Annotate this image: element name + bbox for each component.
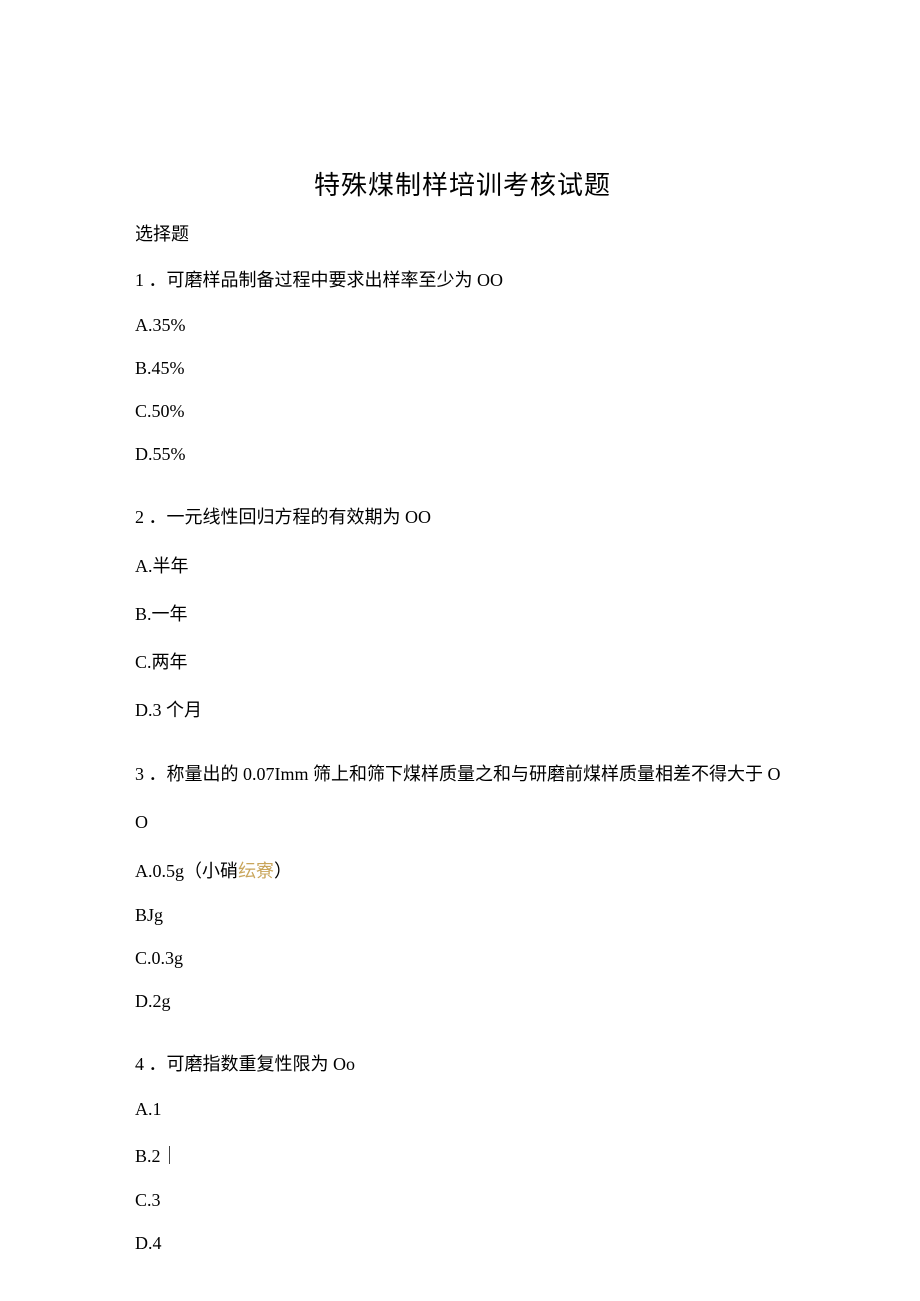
question-text: ．可磨样品制备过程中要求出样率至少为 OO	[149, 270, 504, 290]
option-1a: A.35%	[135, 315, 790, 336]
option-2a: A.半年	[135, 552, 790, 578]
option-3d: D.2g	[135, 991, 790, 1012]
option-4d: D.4	[135, 1233, 790, 1254]
option-4b: B.2｜	[135, 1142, 790, 1168]
question-3: 3 ．称量出的 0.07Imm 筛上和筛下煤样质量之和与研磨前煤样质量相差不得大…	[135, 762, 790, 787]
option-3b: BJg	[135, 905, 790, 926]
option-3a: A.0.5g（小硝纭寮）	[135, 857, 790, 883]
option-4c: C.3	[135, 1190, 790, 1211]
question-1: 1 ．可磨样品制备过程中要求出样率至少为 OO	[135, 268, 790, 293]
question-number: 2	[135, 507, 144, 527]
question-text-line1: ．称量出的 0.07Imm 筛上和筛下煤样质量之和与研磨前煤样质量相差不得大于 …	[149, 764, 781, 784]
question-number: 3	[135, 764, 144, 784]
question-text: ．可磨指数重复性限为 Oo	[149, 1054, 356, 1074]
document-title: 特殊煤制样培训考核试题	[135, 165, 790, 202]
section-label: 选择题	[135, 220, 790, 246]
option-3c: C.0.3g	[135, 948, 790, 969]
question-4: 4 ．可磨指数重复性限为 Oo	[135, 1052, 790, 1077]
option-1b: B.45%	[135, 358, 790, 379]
question-text: ．一元线性回归方程的有效期为 OO	[149, 507, 432, 527]
question-number: 4	[135, 1054, 144, 1074]
option-1c: C.50%	[135, 401, 790, 422]
option-2b: B.一年	[135, 600, 790, 626]
option-4a: A.1	[135, 1099, 790, 1120]
question-3-line2: O	[135, 810, 790, 835]
option-1d: D.55%	[135, 444, 790, 465]
question-2: 2 ．一元线性回归方程的有效期为 OO	[135, 505, 790, 530]
question-number: 1	[135, 270, 144, 290]
option-2d: D.3 个月	[135, 696, 790, 722]
option-2c: C.两年	[135, 648, 790, 674]
